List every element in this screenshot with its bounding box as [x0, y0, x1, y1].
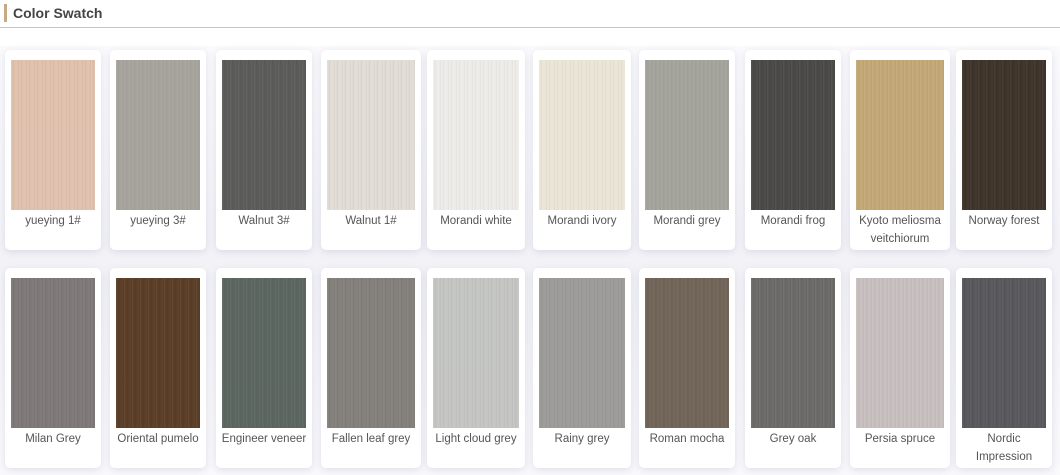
swatch-card[interactable]: Morandi white	[427, 50, 525, 250]
swatch-card[interactable]: yueying 1#	[5, 50, 101, 250]
swatch-card[interactable]: yueying 3#	[110, 50, 206, 250]
swatch-color-sample	[433, 60, 519, 210]
swatch-color-sample	[433, 278, 519, 428]
swatch-card[interactable]: Morandi grey	[639, 50, 735, 250]
swatch-label: Light cloud grey	[435, 433, 517, 445]
swatch-label: Morandi frog	[760, 215, 826, 227]
swatch-label: Morandi white	[440, 215, 512, 227]
swatch-label: Milan Grey	[25, 433, 81, 445]
swatch-card[interactable]: Walnut 1#	[321, 50, 421, 250]
swatch-card[interactable]: Fallen leaf grey	[321, 268, 421, 468]
swatch-color-sample	[645, 60, 729, 210]
swatch-card[interactable]: Grey oak	[745, 268, 841, 468]
swatch-label: Morandi ivory	[547, 215, 617, 227]
swatch-grid: yueying 1# yueying 3# Walnut 3# Walnut 1# Mo…	[0, 46, 1060, 475]
swatch-card[interactable]: Nordic Impression	[956, 268, 1052, 468]
swatch-label: Grey oak	[769, 433, 817, 445]
swatch-color-sample	[645, 278, 729, 428]
swatch-label: Fallen leaf grey	[331, 433, 411, 445]
swatch-label: Nordic Impression	[975, 433, 1033, 463]
swatch-card[interactable]: Morandi ivory	[533, 50, 631, 250]
swatch-label: Rainy grey	[554, 433, 610, 445]
swatch-label: Morandi grey	[653, 215, 721, 227]
swatch-card[interactable]: Norway forest	[956, 50, 1052, 250]
section-header: Color Swatch	[0, 0, 1060, 28]
swatch-card[interactable]: Light cloud grey	[427, 268, 525, 468]
swatch-color-sample	[962, 60, 1046, 210]
swatch-color-sample	[11, 60, 95, 210]
swatch-color-sample	[11, 278, 95, 428]
swatch-color-sample	[539, 60, 625, 210]
swatch-label: Persia spruce	[864, 433, 936, 445]
swatch-color-sample	[327, 278, 415, 428]
swatch-card[interactable]: Oriental pumelo	[110, 268, 206, 468]
swatch-label: Oriental pumelo	[117, 433, 199, 445]
swatch-card[interactable]: Roman mocha	[639, 268, 735, 468]
swatch-color-sample	[327, 60, 415, 210]
swatch-card[interactable]: Walnut 3#	[216, 50, 312, 250]
swatch-card[interactable]: Persia spruce	[850, 268, 950, 468]
swatch-label: Kyoto meliosma veitchiorum	[859, 215, 941, 245]
swatch-card[interactable]: Kyoto meliosma veitchiorum	[850, 50, 950, 250]
swatch-label: yueying 1#	[25, 215, 81, 227]
swatch-color-sample	[116, 278, 200, 428]
swatch-label: Walnut 1#	[345, 215, 397, 227]
swatch-color-sample	[116, 60, 200, 210]
swatch-color-sample	[222, 60, 306, 210]
page-title: Color Swatch	[13, 5, 103, 21]
swatch-label: Engineer veneer	[221, 433, 307, 445]
header-accent-bar	[4, 4, 7, 22]
swatch-card[interactable]: Rainy grey	[533, 268, 631, 468]
swatch-label: Roman mocha	[649, 433, 725, 445]
swatch-color-sample	[751, 60, 835, 210]
swatch-label: Norway forest	[968, 215, 1040, 227]
swatch-color-sample	[751, 278, 835, 428]
swatch-card[interactable]: Engineer veneer	[216, 268, 312, 468]
swatch-card[interactable]: Milan Grey	[5, 268, 101, 468]
swatch-card[interactable]: Morandi frog	[745, 50, 841, 250]
swatch-color-sample	[539, 278, 625, 428]
swatch-color-sample	[856, 60, 944, 210]
swatch-label: Walnut 3#	[238, 215, 290, 227]
swatch-color-sample	[856, 278, 944, 428]
swatch-color-sample	[222, 278, 306, 428]
swatch-label: yueying 3#	[130, 215, 186, 227]
swatch-color-sample	[962, 278, 1046, 428]
